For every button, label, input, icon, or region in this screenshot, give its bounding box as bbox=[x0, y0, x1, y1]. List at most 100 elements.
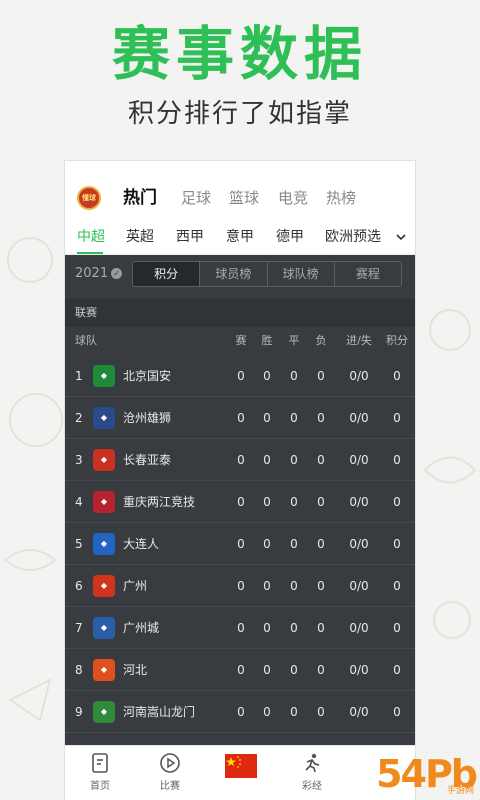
app-screen: 懂球 热门 足球 篮球 电竞 热榜 中超 英超 西甲 意甲 德甲 欧洲预选 20… bbox=[64, 160, 416, 800]
row-points: 0 bbox=[393, 621, 401, 635]
row-played: 0 bbox=[237, 495, 245, 509]
tab-basketball[interactable]: 篮球 bbox=[229, 185, 259, 211]
row-won: 0 bbox=[263, 579, 271, 593]
table-row[interactable]: 2 ◆ 沧州雄狮 0 0 0 0 0/0 0 bbox=[65, 397, 415, 439]
tab-trending[interactable]: 热榜 bbox=[326, 185, 356, 211]
nav-lottery[interactable]: 彩经 bbox=[287, 752, 337, 792]
row-goals: 0/0 bbox=[349, 621, 369, 635]
season-selector[interactable]: 2021 ✓ bbox=[75, 265, 123, 283]
row-drawn: 0 bbox=[290, 411, 298, 425]
active-tab-underline bbox=[77, 252, 103, 254]
header-lost: 负 bbox=[315, 334, 327, 347]
league-tab-epl[interactable]: 英超 bbox=[126, 225, 154, 249]
segment-schedule[interactable]: 赛程 bbox=[335, 262, 401, 286]
row-points: 0 bbox=[393, 705, 401, 719]
row-rank: 9 bbox=[75, 705, 83, 719]
league-tab-laliga[interactable]: 西甲 bbox=[176, 225, 204, 249]
row-points: 0 bbox=[393, 495, 401, 509]
nav-matches-label: 比赛 bbox=[160, 781, 180, 792]
row-lost: 0 bbox=[317, 663, 325, 677]
row-team-name: 沧州雄狮 bbox=[123, 411, 172, 425]
row-won: 0 bbox=[263, 537, 271, 551]
row-played: 0 bbox=[237, 705, 245, 719]
row-played: 0 bbox=[237, 621, 245, 635]
segment-points[interactable]: 积分 bbox=[133, 262, 201, 286]
tab-hot[interactable]: 热门 bbox=[123, 185, 157, 211]
section-label-league: 联赛 bbox=[65, 299, 415, 327]
hero-title: 赛事数据 bbox=[111, 20, 368, 88]
row-won: 0 bbox=[263, 453, 271, 467]
china-flag-icon[interactable] bbox=[225, 754, 257, 778]
check-icon: ✓ bbox=[111, 268, 123, 279]
table-row[interactable]: 8 ◆ 河北 0 0 0 0 0/0 0 bbox=[65, 649, 415, 691]
row-won: 0 bbox=[263, 495, 271, 509]
table-row[interactable]: 7 ◆ 广州城 0 0 0 0 0/0 0 bbox=[65, 607, 415, 649]
row-goals: 0/0 bbox=[349, 495, 369, 509]
row-rank: 4 bbox=[75, 495, 83, 509]
header-played: 赛 bbox=[235, 334, 247, 347]
row-rank: 6 bbox=[75, 579, 83, 593]
row-drawn: 0 bbox=[290, 663, 298, 677]
team-crest-icon: ◆ bbox=[93, 617, 115, 639]
standings-segmented-control: 积分 球员榜 球队榜 赛程 bbox=[132, 261, 402, 287]
team-crest-icon: ◆ bbox=[93, 659, 115, 681]
header-won: 胜 bbox=[261, 334, 273, 347]
nav-home[interactable]: 首页 bbox=[75, 752, 125, 792]
row-team-name: 广州 bbox=[123, 579, 148, 593]
row-won: 0 bbox=[263, 411, 271, 425]
row-team-name: 北京国安 bbox=[123, 369, 172, 383]
row-drawn: 0 bbox=[290, 705, 298, 719]
app-logo: 懂球 bbox=[77, 186, 101, 210]
play-circle-icon bbox=[160, 753, 180, 773]
row-lost: 0 bbox=[317, 537, 325, 551]
table-row[interactable]: 9 ◆ 河南嵩山龙门 0 0 0 0 0/0 0 bbox=[65, 691, 415, 733]
row-team-name: 河北 bbox=[123, 663, 148, 677]
table-row[interactable]: 6 ◆ 广州 0 0 0 0 0/0 0 bbox=[65, 565, 415, 607]
segment-team-ranking[interactable]: 球队榜 bbox=[268, 262, 335, 286]
nav-matches[interactable]: 比赛 bbox=[145, 752, 195, 792]
table-row[interactable]: 4 ◆ 重庆两江竞技 0 0 0 0 0/0 0 bbox=[65, 481, 415, 523]
season-year: 2021 bbox=[75, 266, 109, 281]
row-rank: 1 bbox=[75, 369, 83, 383]
league-tab-bundesliga[interactable]: 德甲 bbox=[276, 225, 304, 249]
team-crest-icon: ◆ bbox=[93, 365, 115, 387]
row-won: 0 bbox=[263, 621, 271, 635]
row-points: 0 bbox=[393, 411, 401, 425]
team-crest-icon: ◆ bbox=[93, 491, 115, 513]
table-row[interactable]: 5 ◆ 大连人 0 0 0 0 0/0 0 bbox=[65, 523, 415, 565]
row-played: 0 bbox=[237, 369, 245, 383]
team-crest-icon: ◆ bbox=[93, 407, 115, 429]
team-crest-icon: ◆ bbox=[93, 575, 115, 597]
league-tab-csl[interactable]: 中超 bbox=[77, 225, 105, 249]
tab-football[interactable]: 足球 bbox=[181, 185, 211, 211]
header-points: 积分 bbox=[386, 334, 408, 347]
row-lost: 0 bbox=[317, 621, 325, 635]
row-won: 0 bbox=[263, 663, 271, 677]
row-drawn: 0 bbox=[290, 495, 298, 509]
row-goals: 0/0 bbox=[349, 579, 369, 593]
table-row[interactable]: 1 ◆ 北京国安 0 0 0 0 0/0 0 bbox=[65, 355, 415, 397]
row-rank: 2 bbox=[75, 411, 83, 425]
hero-subtitle: 积分排行了如指掌 bbox=[127, 99, 352, 129]
standings-panel: 2021 ✓ 积分 球员榜 球队榜 赛程 联赛 球队 赛 胜 平 负 进/失 积分… bbox=[65, 255, 415, 745]
row-rank: 3 bbox=[75, 453, 83, 467]
row-won: 0 bbox=[263, 369, 271, 383]
row-goals: 0/0 bbox=[349, 411, 369, 425]
table-row[interactable]: 3 ◆ 长春亚泰 0 0 0 0 0/0 0 bbox=[65, 439, 415, 481]
row-lost: 0 bbox=[317, 453, 325, 467]
row-team-name: 河南嵩山龙门 bbox=[123, 705, 196, 719]
row-team-name: 广州城 bbox=[123, 621, 160, 635]
row-lost: 0 bbox=[317, 579, 325, 593]
tab-esports[interactable]: 电竞 bbox=[278, 185, 308, 211]
league-tab-euro-qualifiers[interactable]: 欧洲预选 bbox=[325, 225, 381, 249]
nav-lottery-label: 彩经 bbox=[302, 781, 322, 792]
home-doc-icon bbox=[92, 753, 108, 773]
chevron-down-icon[interactable] bbox=[395, 231, 407, 243]
row-played: 0 bbox=[237, 663, 245, 677]
league-tab-seriea[interactable]: 意甲 bbox=[226, 225, 254, 249]
segment-player-ranking[interactable]: 球员榜 bbox=[200, 262, 268, 286]
standings-rows: 1 ◆ 北京国安 0 0 0 0 0/0 0 2 ◆ 沧州雄狮 0 0 0 0 … bbox=[65, 355, 415, 733]
top-nav: 懂球 热门 足球 篮球 电竞 热榜 bbox=[65, 183, 415, 215]
row-drawn: 0 bbox=[290, 621, 298, 635]
header-goals: 进/失 bbox=[346, 334, 372, 347]
